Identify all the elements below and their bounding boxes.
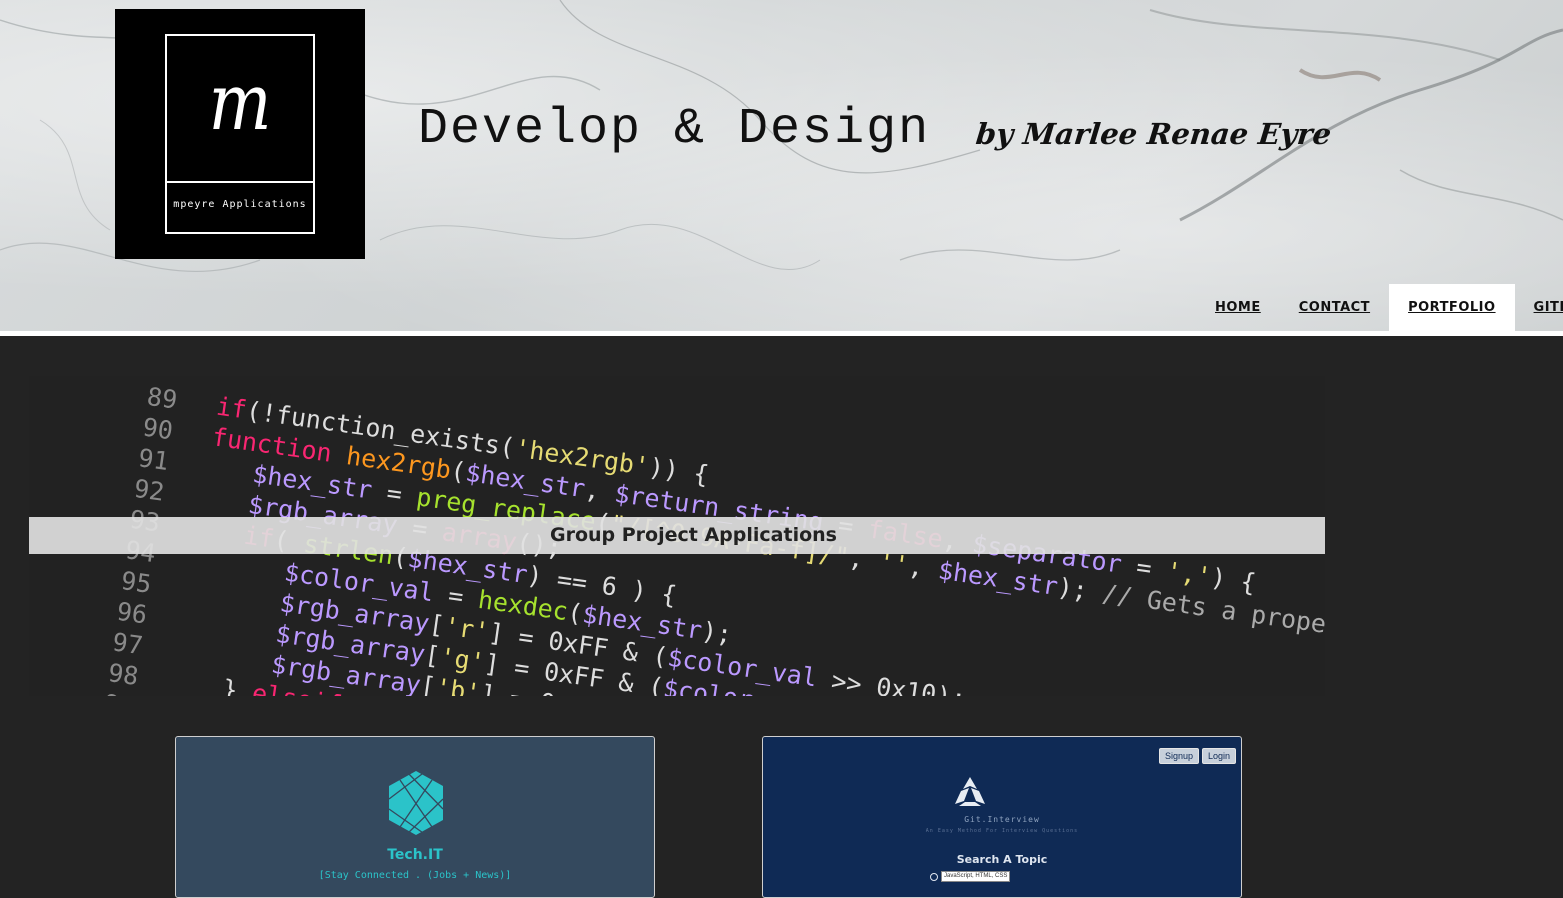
site-byline: by Marlee Renae Eyre xyxy=(974,117,1333,151)
project-name: Git.Interview xyxy=(964,815,1040,824)
nav-home[interactable]: HOME xyxy=(1196,284,1280,331)
site-title: Develop & Design xyxy=(418,101,931,158)
search-row: JavaScript, HTML, CSS xyxy=(930,871,1011,882)
logo-subtitle: mpeyre Applications xyxy=(173,199,307,210)
git-interview-logo-icon xyxy=(955,777,985,806)
site-header: m mpeyre Applications Develop & Design b… xyxy=(0,0,1563,331)
banner-caption: Group Project Applications xyxy=(550,524,837,546)
project-name: Tech.IT xyxy=(387,847,443,863)
header-divider xyxy=(0,331,1563,336)
hexagon-logo-icon xyxy=(388,770,444,836)
logo-frame: m mpeyre Applications xyxy=(165,34,315,234)
search-input[interactable]: JavaScript, HTML, CSS xyxy=(941,871,1011,882)
auth-buttons: Signup Login xyxy=(1158,748,1236,764)
search-title: Search A Topic xyxy=(956,853,1048,866)
project-card-tech-it[interactable]: Tech.IT [Stay Connected . (Jobs + News)] xyxy=(175,736,655,898)
logo-letter: m xyxy=(208,58,272,148)
nav-github[interactable]: GITHUB xyxy=(1515,284,1563,331)
project-card-git-interview[interactable]: Signup Login Git.Interview An Easy Metho… xyxy=(762,736,1242,898)
search-icon xyxy=(930,872,938,881)
nav-portfolio[interactable]: PORTFOLIO xyxy=(1389,284,1515,331)
logo-divider xyxy=(167,181,313,183)
project-subtitle: An Easy Method For Interview Questions xyxy=(925,828,1079,834)
main-nav: HOME CONTACT PORTFOLIO GITHUB xyxy=(1196,284,1563,331)
banner-caption-bar: Group Project Applications xyxy=(29,517,1325,554)
login-button[interactable]: Login xyxy=(1201,748,1236,764)
project-tagline: [Stay Connected . (Jobs + News)] xyxy=(318,870,512,881)
nav-contact[interactable]: CONTACT xyxy=(1280,284,1389,331)
signup-button[interactable]: Signup xyxy=(1158,748,1199,764)
site-logo[interactable]: m mpeyre Applications xyxy=(115,9,365,259)
portfolio-banner: 89 if(!function_exists('hex2rgb')) { 90 fu… xyxy=(29,376,1325,696)
